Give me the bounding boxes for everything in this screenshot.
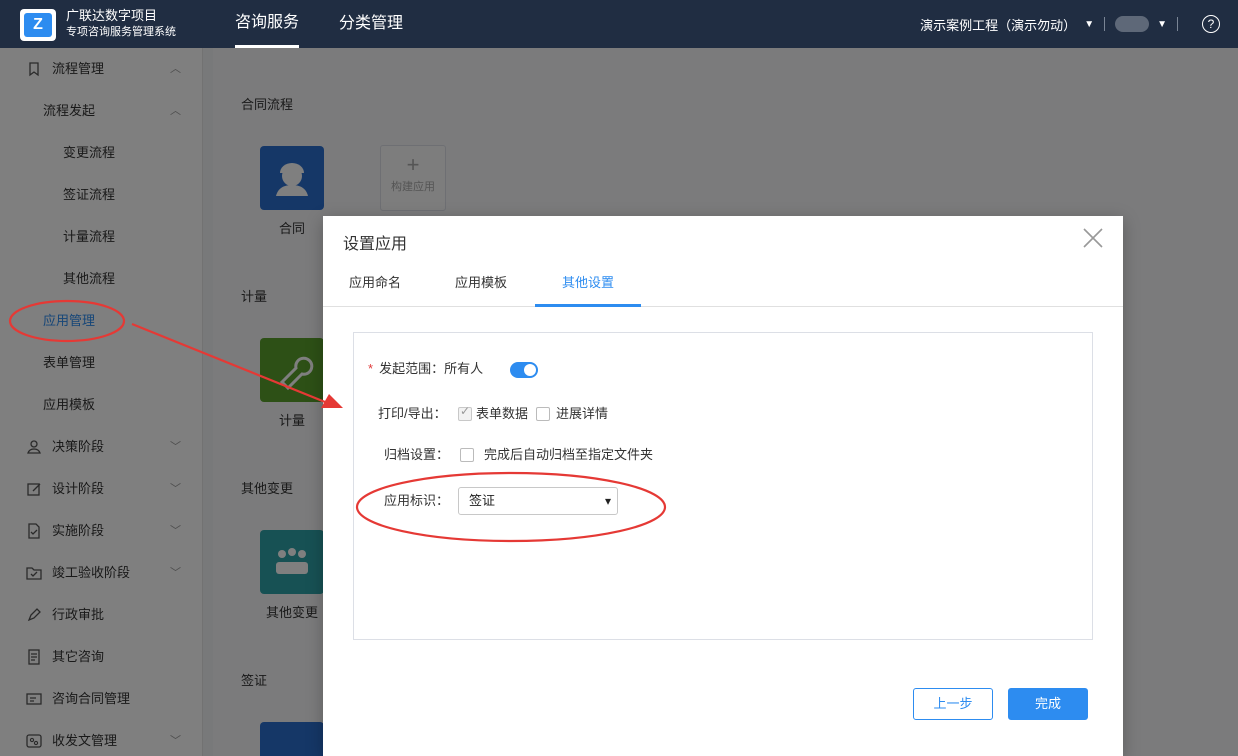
user-avatar[interactable] xyxy=(1115,16,1150,32)
archive-option-label: 完成后自动归档至指定文件夹 xyxy=(484,447,654,462)
required-mark: * xyxy=(368,361,374,376)
nav-category-management[interactable]: 分类管理 xyxy=(339,0,403,48)
prev-step-button[interactable]: 上一步 xyxy=(913,688,993,720)
app-tag-value: 签证 xyxy=(469,493,496,508)
scope-toggle[interactable] xyxy=(510,362,538,378)
print-form-data-label: 表单数据 xyxy=(476,406,529,421)
help-icon[interactable]: ? xyxy=(1202,15,1220,33)
nav-consulting-service[interactable]: 咨询服务 xyxy=(235,0,300,48)
app-tag-label: 应用标识： xyxy=(384,493,450,508)
close-icon[interactable] xyxy=(1081,226,1105,250)
print-label: 打印/导出： xyxy=(378,406,447,421)
top-bar: Z 广联达数字项目 专项咨询服务管理系统 咨询服务 分类管理 演示案例工程（演示… xyxy=(0,0,1238,48)
chevron-down-icon[interactable]: ▼ xyxy=(1084,19,1094,30)
divider xyxy=(1177,17,1178,31)
top-right-controls: 演示案例工程（演示勿动） ▼ ▼ ? xyxy=(920,0,1238,48)
scope-value: 所有人 xyxy=(444,361,484,376)
dialog-title: 设置应用 xyxy=(343,236,408,253)
done-button[interactable]: 完成 xyxy=(1008,688,1088,720)
tab-other-settings[interactable]: 其他设置 xyxy=(535,264,641,307)
print-form-data-checkbox[interactable] xyxy=(458,404,472,421)
brand-subtitle: 专项咨询服务管理系统 xyxy=(66,26,176,38)
archive-label: 归档设置： xyxy=(384,447,450,462)
archive-checkbox[interactable] xyxy=(460,448,474,462)
print-progress-checkbox[interactable] xyxy=(536,407,550,421)
app-logo[interactable]: Z xyxy=(20,9,56,41)
chevron-down-icon: ▾ xyxy=(604,494,611,508)
app-tag-select[interactable]: 签证 ▾ xyxy=(458,487,618,515)
scope-row: * 发起范围：所有人 xyxy=(368,357,483,381)
user-chevron-down-icon[interactable]: ▼ xyxy=(1157,19,1167,30)
logo-mark: Z xyxy=(24,13,52,37)
print-progress-label: 进展详情 xyxy=(556,406,609,421)
settings-panel: * 发起范围：所有人 打印/导出： 表单数据 进展详情 归档设置： 完成后自动归档… xyxy=(353,332,1093,640)
tab-app-naming[interactable]: 应用命名 xyxy=(343,264,407,307)
settings-dialog: 设置应用 应用命名 应用模板 其他设置 * 发起范围：所有人 打印/导出： 表单数… xyxy=(323,216,1123,756)
tab-app-template[interactable]: 应用模板 xyxy=(449,264,513,307)
scope-label: 发起范围： xyxy=(379,361,445,376)
divider xyxy=(1104,17,1106,31)
project-selector[interactable]: 演示案例工程（演示勿动） xyxy=(920,15,1076,34)
brand-title: 广联达数字项目 xyxy=(66,8,158,23)
brand: 广联达数字项目 专项咨询服务管理系统 xyxy=(66,8,176,40)
dialog-tabs: 应用命名 应用模板 其他设置 xyxy=(323,264,1123,307)
